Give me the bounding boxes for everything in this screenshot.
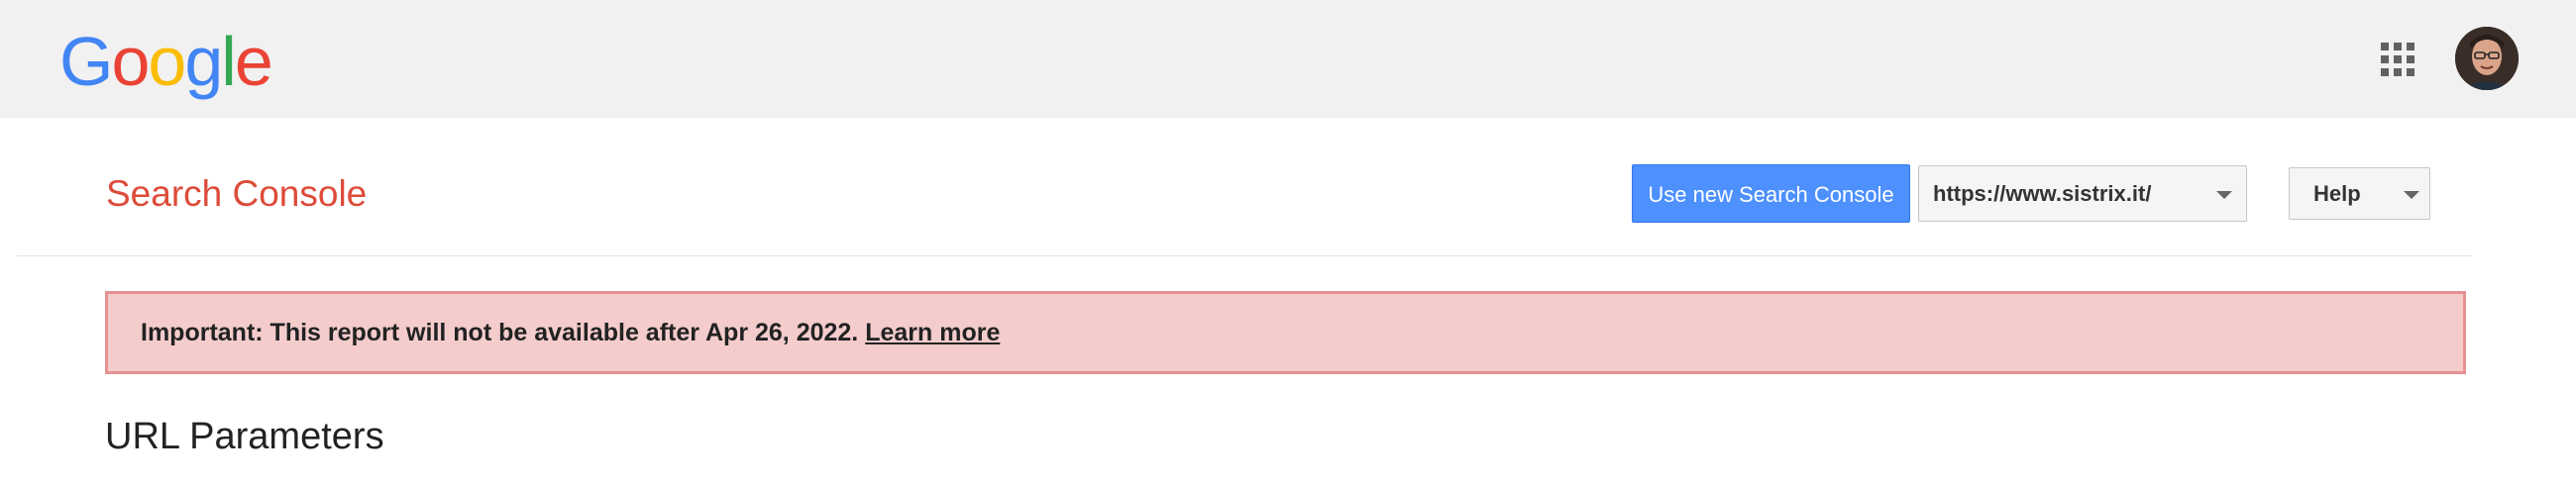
logo-letter: o xyxy=(111,23,150,100)
banner-text: Important: This report will not be avail… xyxy=(141,319,866,346)
help-menu-button[interactable]: Help xyxy=(2289,167,2430,220)
logo-letter: g xyxy=(184,23,223,100)
banner-message: Important: This report will not be avail… xyxy=(141,294,1000,371)
google-top-bar: Google xyxy=(0,0,2576,118)
apps-grid-icon[interactable] xyxy=(2381,43,2415,76)
logo-letter: o xyxy=(148,23,186,100)
logo-letter: e xyxy=(234,23,273,100)
product-title[interactable]: Search Console xyxy=(106,172,367,216)
property-selector-value: https://www.sistrix.it/ xyxy=(1933,181,2152,206)
help-label: Help xyxy=(2313,181,2361,206)
google-logo[interactable]: Google xyxy=(59,22,273,101)
property-selector[interactable]: https://www.sistrix.it/ xyxy=(1918,165,2247,222)
caret-down-icon xyxy=(2404,191,2419,199)
learn-more-link[interactable]: Learn more xyxy=(865,319,1000,346)
account-avatar[interactable] xyxy=(2455,27,2519,90)
logo-letter: l xyxy=(221,23,237,100)
deprecation-banner: Important: This report will not be avail… xyxy=(105,291,2466,374)
caret-down-icon xyxy=(2216,191,2232,199)
logo-letter: G xyxy=(59,23,113,100)
header-divider xyxy=(17,255,2472,256)
use-new-search-console-button[interactable]: Use new Search Console xyxy=(1632,164,1910,223)
page-title: URL Parameters xyxy=(105,416,384,457)
